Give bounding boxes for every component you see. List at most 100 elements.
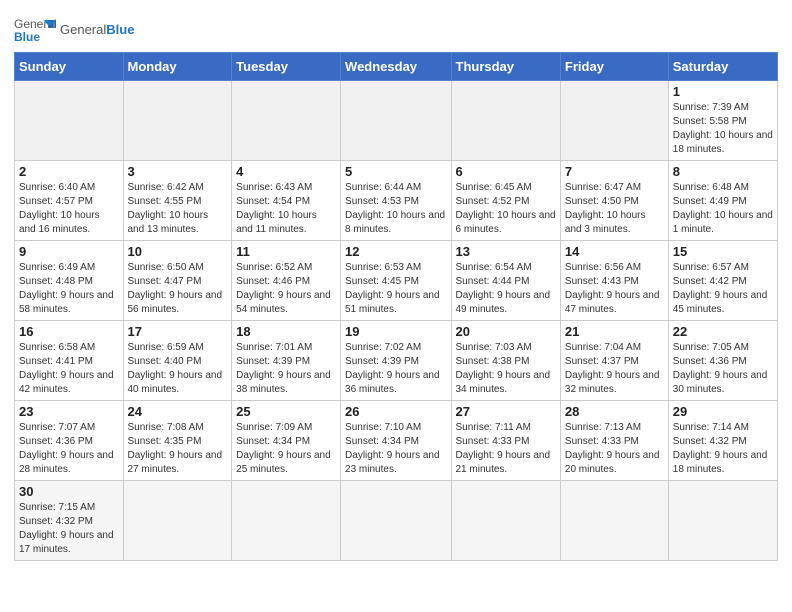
day-cell (451, 81, 560, 161)
day-number: 11 (236, 244, 336, 259)
day-number: 3 (128, 164, 228, 179)
day-cell: 14 Sunrise: 6:56 AM Sunset: 4:43 PM Dayli… (560, 241, 668, 321)
day-number: 2 (19, 164, 119, 179)
day-number: 27 (456, 404, 556, 419)
day-number: 10 (128, 244, 228, 259)
day-cell: 2 Sunrise: 6:40 AM Sunset: 4:57 PM Daylig… (15, 161, 124, 241)
day-cell: 11 Sunrise: 6:52 AM Sunset: 4:46 PM Dayli… (232, 241, 341, 321)
day-number: 14 (565, 244, 664, 259)
day-info: Sunrise: 6:52 AM Sunset: 4:46 PM Dayligh… (236, 261, 336, 317)
day-info: Sunrise: 6:59 AM Sunset: 4:40 PM Dayligh… (128, 341, 228, 397)
day-cell: 10Sunrise: 6:50 AM Sunset: 4:47 PM Dayli… (123, 241, 232, 321)
day-cell: 7 Sunrise: 6:47 AM Sunset: 4:50 PM Daylig… (560, 161, 668, 241)
day-info: Sunrise: 7:08 AM Sunset: 4:35 PM Dayligh… (128, 421, 228, 477)
day-cell (451, 481, 560, 561)
day-cell (15, 81, 124, 161)
day-cell: 12 Sunrise: 6:53 AM Sunset: 4:45 PM Dayli… (341, 241, 451, 321)
day-info: Sunrise: 6:42 AM Sunset: 4:55 PM Dayligh… (128, 181, 228, 237)
day-cell: 26Sunrise: 7:10 AM Sunset: 4:34 PM Dayli… (341, 401, 451, 481)
day-info: Sunrise: 7:04 AM Sunset: 4:37 PM Dayligh… (565, 341, 664, 397)
day-number: 13 (456, 244, 556, 259)
day-number: 9 (19, 244, 119, 259)
day-info: Sunrise: 6:56 AM Sunset: 4:43 PM Dayligh… (565, 261, 664, 317)
day-info: Sunrise: 7:15 AM Sunset: 4:32 PM Dayligh… (19, 501, 119, 557)
weekday-saturday: Saturday (668, 53, 777, 81)
day-cell (668, 481, 777, 561)
day-info: Sunrise: 6:40 AM Sunset: 4:57 PM Dayligh… (19, 181, 119, 237)
day-cell: 1 Sunrise: 7:39 AM Sunset: 5:58 PM Daylig… (668, 81, 777, 161)
day-number: 23 (19, 404, 119, 419)
day-info: Sunrise: 7:14 AM Sunset: 4:32 PM Dayligh… (673, 421, 773, 477)
day-cell: 16Sunrise: 6:58 AM Sunset: 4:41 PM Dayli… (15, 321, 124, 401)
day-info: Sunrise: 7:07 AM Sunset: 4:36 PM Dayligh… (19, 421, 119, 477)
week-row-3: 16Sunrise: 6:58 AM Sunset: 4:41 PM Dayli… (15, 321, 778, 401)
day-cell: 23 Sunrise: 7:07 AM Sunset: 4:36 PM Dayli… (15, 401, 124, 481)
day-cell (123, 81, 232, 161)
day-number: 6 (456, 164, 556, 179)
day-number: 21 (565, 324, 664, 339)
day-info: Sunrise: 7:01 AM Sunset: 4:39 PM Dayligh… (236, 341, 336, 397)
day-number: 4 (236, 164, 336, 179)
weekday-monday: Monday (123, 53, 232, 81)
day-info: Sunrise: 6:53 AM Sunset: 4:45 PM Dayligh… (345, 261, 446, 317)
day-cell: 20 Sunrise: 7:03 AM Sunset: 4:38 PM Dayli… (451, 321, 560, 401)
day-cell (232, 81, 341, 161)
day-cell: 30Sunrise: 7:15 AM Sunset: 4:32 PM Dayli… (15, 481, 124, 561)
week-row-4: 23 Sunrise: 7:07 AM Sunset: 4:36 PM Dayli… (15, 401, 778, 481)
week-row-1: 2 Sunrise: 6:40 AM Sunset: 4:57 PM Daylig… (15, 161, 778, 241)
day-info: Sunrise: 7:13 AM Sunset: 4:33 PM Dayligh… (565, 421, 664, 477)
day-cell (123, 481, 232, 561)
day-cell (560, 481, 668, 561)
day-cell: 6Sunrise: 6:45 AM Sunset: 4:52 PM Daylig… (451, 161, 560, 241)
week-row-5: 30Sunrise: 7:15 AM Sunset: 4:32 PM Dayli… (15, 481, 778, 561)
calendar: SundayMondayTuesdayWednesdayThursdayFrid… (14, 52, 778, 561)
day-cell: 27Sunrise: 7:11 AM Sunset: 4:33 PM Dayli… (451, 401, 560, 481)
day-number: 12 (345, 244, 446, 259)
day-cell (232, 481, 341, 561)
day-info: Sunrise: 7:10 AM Sunset: 4:34 PM Dayligh… (345, 421, 446, 477)
day-number: 1 (673, 84, 773, 99)
day-cell (560, 81, 668, 161)
day-cell: 8Sunrise: 6:48 AM Sunset: 4:49 PM Daylig… (668, 161, 777, 241)
day-cell: 28 Sunrise: 7:13 AM Sunset: 4:33 PM Dayli… (560, 401, 668, 481)
day-number: 28 (565, 404, 664, 419)
day-number: 16 (19, 324, 119, 339)
day-number: 15 (673, 244, 773, 259)
day-number: 5 (345, 164, 446, 179)
weekday-thursday: Thursday (451, 53, 560, 81)
weekday-sunday: Sunday (15, 53, 124, 81)
day-number: 18 (236, 324, 336, 339)
day-cell: 13 Sunrise: 6:54 AM Sunset: 4:44 PM Dayli… (451, 241, 560, 321)
day-number: 20 (456, 324, 556, 339)
day-cell: 22 Sunrise: 7:05 AM Sunset: 4:36 PM Dayli… (668, 321, 777, 401)
day-cell: 29Sunrise: 7:14 AM Sunset: 4:32 PM Dayli… (668, 401, 777, 481)
day-number: 19 (345, 324, 446, 339)
day-info: Sunrise: 6:47 AM Sunset: 4:50 PM Dayligh… (565, 181, 664, 237)
header: General Blue General Blue (14, 10, 778, 46)
day-info: Sunrise: 6:54 AM Sunset: 4:44 PM Dayligh… (456, 261, 556, 317)
week-row-0: 1 Sunrise: 7:39 AM Sunset: 5:58 PM Daylig… (15, 81, 778, 161)
day-cell: 25Sunrise: 7:09 AM Sunset: 4:34 PM Dayli… (232, 401, 341, 481)
day-number: 22 (673, 324, 773, 339)
day-cell: 21 Sunrise: 7:04 AM Sunset: 4:37 PM Dayli… (560, 321, 668, 401)
day-number: 7 (565, 164, 664, 179)
day-number: 24 (128, 404, 228, 419)
day-number: 17 (128, 324, 228, 339)
day-info: Sunrise: 6:57 AM Sunset: 4:42 PM Dayligh… (673, 261, 773, 317)
logo-general-text: General (60, 22, 106, 37)
weekday-header-row: SundayMondayTuesdayWednesdayThursdayFrid… (15, 53, 778, 81)
day-info: Sunrise: 7:39 AM Sunset: 5:58 PM Dayligh… (673, 101, 773, 157)
logo: General Blue General Blue (14, 14, 134, 46)
weekday-wednesday: Wednesday (341, 53, 451, 81)
day-number: 8 (673, 164, 773, 179)
day-cell: 24 Sunrise: 7:08 AM Sunset: 4:35 PM Dayli… (123, 401, 232, 481)
page: General Blue General Blue SundayMondayTue… (0, 0, 792, 612)
day-cell: 3 Sunrise: 6:42 AM Sunset: 4:55 PM Daylig… (123, 161, 232, 241)
day-info: Sunrise: 6:44 AM Sunset: 4:53 PM Dayligh… (345, 181, 446, 237)
svg-text:Blue: Blue (14, 30, 40, 44)
day-cell: 9Sunrise: 6:49 AM Sunset: 4:48 PM Daylig… (15, 241, 124, 321)
day-info: Sunrise: 7:03 AM Sunset: 4:38 PM Dayligh… (456, 341, 556, 397)
weekday-tuesday: Tuesday (232, 53, 341, 81)
day-info: Sunrise: 7:05 AM Sunset: 4:36 PM Dayligh… (673, 341, 773, 397)
logo-svg: General Blue (14, 14, 56, 46)
